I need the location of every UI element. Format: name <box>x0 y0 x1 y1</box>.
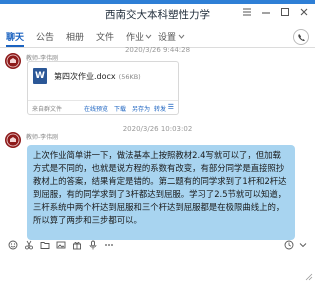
image-icon[interactable] <box>56 240 66 250</box>
avatar[interactable] <box>5 132 21 148</box>
tab-homework[interactable]: 作业 <box>126 30 144 43</box>
emoji-icon[interactable] <box>8 240 18 250</box>
file-action-bar: 来自群文件 在线预览 下载 另存为 转发 ☰ <box>28 100 178 114</box>
clock-icon[interactable] <box>284 240 294 250</box>
forward-link[interactable]: 转发 <box>154 104 166 113</box>
file-name[interactable]: 第四次作业.docx (56KB) <box>54 71 141 82</box>
word-file-icon: W <box>33 68 47 84</box>
file-source: 来自群文件 <box>32 106 63 113</box>
input-toolbar <box>0 238 315 252</box>
folder-icon[interactable] <box>40 240 50 250</box>
gift-icon[interactable] <box>72 240 82 250</box>
scissors-icon[interactable] <box>24 240 34 250</box>
maximize-icon[interactable] <box>279 6 291 18</box>
phone-icon <box>297 33 305 41</box>
avatar[interactable] <box>5 53 21 69</box>
more-icon[interactable]: ☰ <box>168 103 174 111</box>
tab-files[interactable]: 文件 <box>96 30 114 43</box>
university-logo-icon <box>6 54 20 68</box>
preview-link[interactable]: 在线预览 <box>84 104 108 113</box>
tab-settings[interactable]: 设置 <box>158 30 176 43</box>
call-button[interactable] <box>293 29 309 45</box>
tab-announcements[interactable]: 公告 <box>36 30 54 43</box>
chevron-down-icon[interactable] <box>298 240 308 250</box>
title-strip <box>0 0 315 4</box>
download-link[interactable]: 下载 <box>114 104 126 113</box>
microphone-icon[interactable] <box>88 240 98 250</box>
save-as-link[interactable]: 另存为 <box>132 104 150 113</box>
message-input[interactable] <box>0 252 315 283</box>
resize-grip-icon[interactable] <box>305 273 313 281</box>
tab-bar: 聊天 公告 相册 文件 作业 设置 <box>0 26 315 48</box>
tab-album[interactable]: 相册 <box>66 30 84 43</box>
minimize-icon[interactable] <box>260 6 272 18</box>
file-card[interactable]: W 第四次作业.docx (56KB) 来自群文件 在线预览 下载 另存为 转发 … <box>27 61 179 115</box>
close-icon[interactable] <box>298 6 310 18</box>
title-bar: 西南交大本科塑性力学 <box>0 0 315 26</box>
file-size: (56KB) <box>118 73 141 81</box>
tab-chat[interactable]: 聊天 <box>6 30 24 43</box>
chevron-down-icon[interactable] <box>145 34 152 40</box>
chevron-down-icon[interactable] <box>178 34 185 40</box>
university-logo-icon <box>6 133 20 147</box>
menu-icon[interactable] <box>241 6 253 18</box>
sender-name: 教师-李伟刚 <box>26 134 59 141</box>
more-options-icon[interactable] <box>104 240 114 250</box>
message-bubble[interactable]: 上次作业简单讲一下，做法基本上按照教材2.4写就可以了，但加载方式是不同的，也就… <box>27 145 295 240</box>
